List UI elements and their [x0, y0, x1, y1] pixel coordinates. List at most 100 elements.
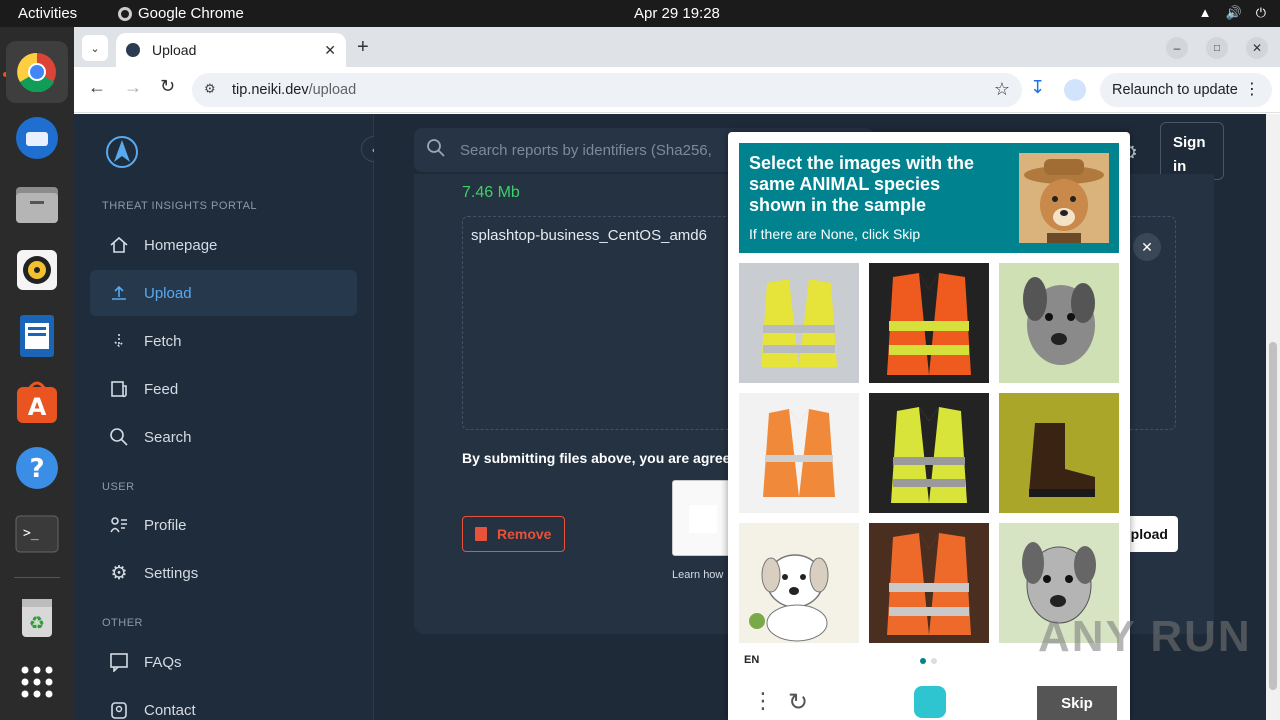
- captcha-tile-6[interactable]: [999, 393, 1119, 513]
- profile-icon: [108, 514, 130, 536]
- dock-thunderbird[interactable]: [12, 113, 62, 163]
- orange-vest-image: [869, 263, 989, 383]
- home-icon: [108, 234, 130, 256]
- site-info-icon[interactable]: ⚙: [204, 81, 216, 97]
- reload-button[interactable]: ↻: [160, 76, 175, 97]
- tab-title: Upload: [152, 42, 197, 58]
- yellow-vest-image: [739, 263, 859, 383]
- fetch-icon: [108, 330, 130, 352]
- captcha-tile-2[interactable]: [869, 263, 989, 383]
- nav-label: Search: [144, 428, 192, 446]
- more-vert-icon[interactable]: ⋮: [1244, 79, 1260, 99]
- download-icon[interactable]: ↧: [1030, 77, 1045, 98]
- app-menu[interactable]: Google Chrome: [118, 5, 244, 22]
- back-button[interactable]: ←: [88, 77, 106, 98]
- captcha-tile-8[interactable]: [869, 523, 989, 643]
- svg-text:A: A: [28, 393, 47, 421]
- nav-fetch[interactable]: Fetch: [90, 318, 357, 364]
- close-window-button[interactable]: ✕: [1246, 37, 1268, 59]
- dock-help[interactable]: ?: [12, 443, 62, 493]
- captcha-tile-4[interactable]: [739, 393, 859, 513]
- relaunch-label: Relaunch to update: [1112, 82, 1238, 98]
- captcha-tile-3[interactable]: [999, 263, 1119, 383]
- captcha-checkbox[interactable]: [689, 505, 717, 533]
- relaunch-button[interactable]: Relaunch to update ⋮: [1100, 73, 1272, 107]
- nav-label: FAQs: [144, 653, 182, 671]
- dock-trash[interactable]: ♻: [12, 593, 62, 643]
- hcaptcha-logo-icon[interactable]: [914, 686, 946, 718]
- dock-app-center[interactable]: A: [12, 377, 62, 427]
- refresh-icon[interactable]: ↻: [788, 688, 808, 717]
- section-user: USER: [102, 481, 135, 493]
- logo-icon[interactable]: [104, 134, 140, 170]
- nav-label: Fetch: [144, 332, 182, 350]
- learn-how-text: Learn how: [672, 569, 724, 581]
- menu-dots-icon[interactable]: ⋮: [752, 688, 774, 714]
- sign-in-button[interactable]: Sign in: [1160, 122, 1224, 180]
- captcha-tile-5[interactable]: [869, 393, 989, 513]
- dog-sketch-image: [999, 263, 1119, 383]
- dock-divider: [14, 577, 60, 578]
- skip-button[interactable]: Skip: [1037, 686, 1117, 720]
- nav-profile[interactable]: Profile: [90, 502, 357, 548]
- scrollbar-thumb[interactable]: [1269, 342, 1277, 690]
- skip-label: Skip: [1061, 694, 1093, 712]
- nav-homepage[interactable]: Homepage: [90, 222, 357, 268]
- language-selector[interactable]: EN: [744, 654, 759, 666]
- nav-contact[interactable]: Contact: [90, 687, 357, 720]
- forward-button[interactable]: →: [124, 77, 142, 98]
- thunderbird-icon: [16, 117, 58, 159]
- search-icon: [426, 138, 446, 162]
- files-icon: [16, 187, 58, 223]
- tab-upload[interactable]: Upload ✕: [116, 33, 346, 67]
- pagination-dot-active: [920, 658, 926, 664]
- tab-search-button[interactable]: ⌄: [82, 35, 108, 61]
- address-bar[interactable]: ⚙ tip.neiki.dev /upload ☆: [192, 73, 1022, 107]
- file-size: 7.46 Mb: [462, 184, 520, 201]
- nav-search[interactable]: Search: [90, 414, 357, 460]
- app-name-label: Google Chrome: [138, 5, 244, 22]
- svg-text:>_: >_: [23, 526, 39, 541]
- trash-icon: ♻: [22, 599, 52, 637]
- puppy-sketch-image: [739, 523, 859, 643]
- gear-icon: ⚙: [110, 562, 128, 584]
- search-icon: [108, 426, 130, 448]
- minimize-button[interactable]: –: [1166, 37, 1188, 59]
- power-icon: ⏻: [1255, 5, 1266, 20]
- nav-faqs[interactable]: FAQs: [90, 639, 357, 685]
- terms-text: By submitting files above, you are agree…: [462, 450, 735, 466]
- nav-upload[interactable]: Upload: [90, 270, 357, 316]
- nav-settings[interactable]: ⚙ Settings: [90, 550, 357, 596]
- nav-label: Profile: [144, 516, 187, 534]
- upload-button[interactable]: Upload: [1124, 516, 1178, 552]
- captcha-tile-1[interactable]: [739, 263, 859, 383]
- dock-show-apps[interactable]: [12, 657, 62, 707]
- tab-strip: ⌄ Upload ✕ + – □ ✕: [74, 27, 1280, 67]
- activities-button[interactable]: Activities: [18, 5, 77, 22]
- boot-image: [999, 393, 1119, 513]
- nav-feed[interactable]: Feed: [90, 366, 357, 412]
- dock-chrome[interactable]: [6, 41, 68, 103]
- captcha-prompt: Select the images with the same ANIMAL s…: [749, 153, 975, 215]
- app-grid-icon: [21, 666, 53, 698]
- new-tab-button[interactable]: +: [357, 36, 369, 59]
- clock[interactable]: Apr 29 19:28: [634, 5, 720, 22]
- dock-rhythmbox[interactable]: [12, 245, 62, 295]
- tab-close-icon[interactable]: ✕: [324, 42, 336, 59]
- profile-avatar[interactable]: [1064, 79, 1086, 101]
- bookmark-star-icon[interactable]: ☆: [994, 79, 1010, 100]
- maximize-button[interactable]: □: [1206, 37, 1228, 59]
- system-tray[interactable]: ▲ 🔊 ⏻: [1199, 5, 1266, 21]
- captcha-tile-7[interactable]: [739, 523, 859, 643]
- dock-files[interactable]: [12, 179, 62, 229]
- dock-writer[interactable]: [12, 311, 62, 361]
- page-scrollbar[interactable]: [1266, 114, 1280, 720]
- pagination-dot: [931, 658, 937, 664]
- sign-in-label: Sign in: [1173, 134, 1206, 175]
- nav-label: Settings: [144, 564, 199, 582]
- svg-text:?: ?: [29, 454, 44, 484]
- dock: A ? >_ ♻: [0, 27, 74, 720]
- remove-button[interactable]: Remove: [462, 516, 565, 552]
- dock-terminal[interactable]: >_: [12, 509, 62, 559]
- clear-file-button[interactable]: ✕: [1133, 233, 1161, 261]
